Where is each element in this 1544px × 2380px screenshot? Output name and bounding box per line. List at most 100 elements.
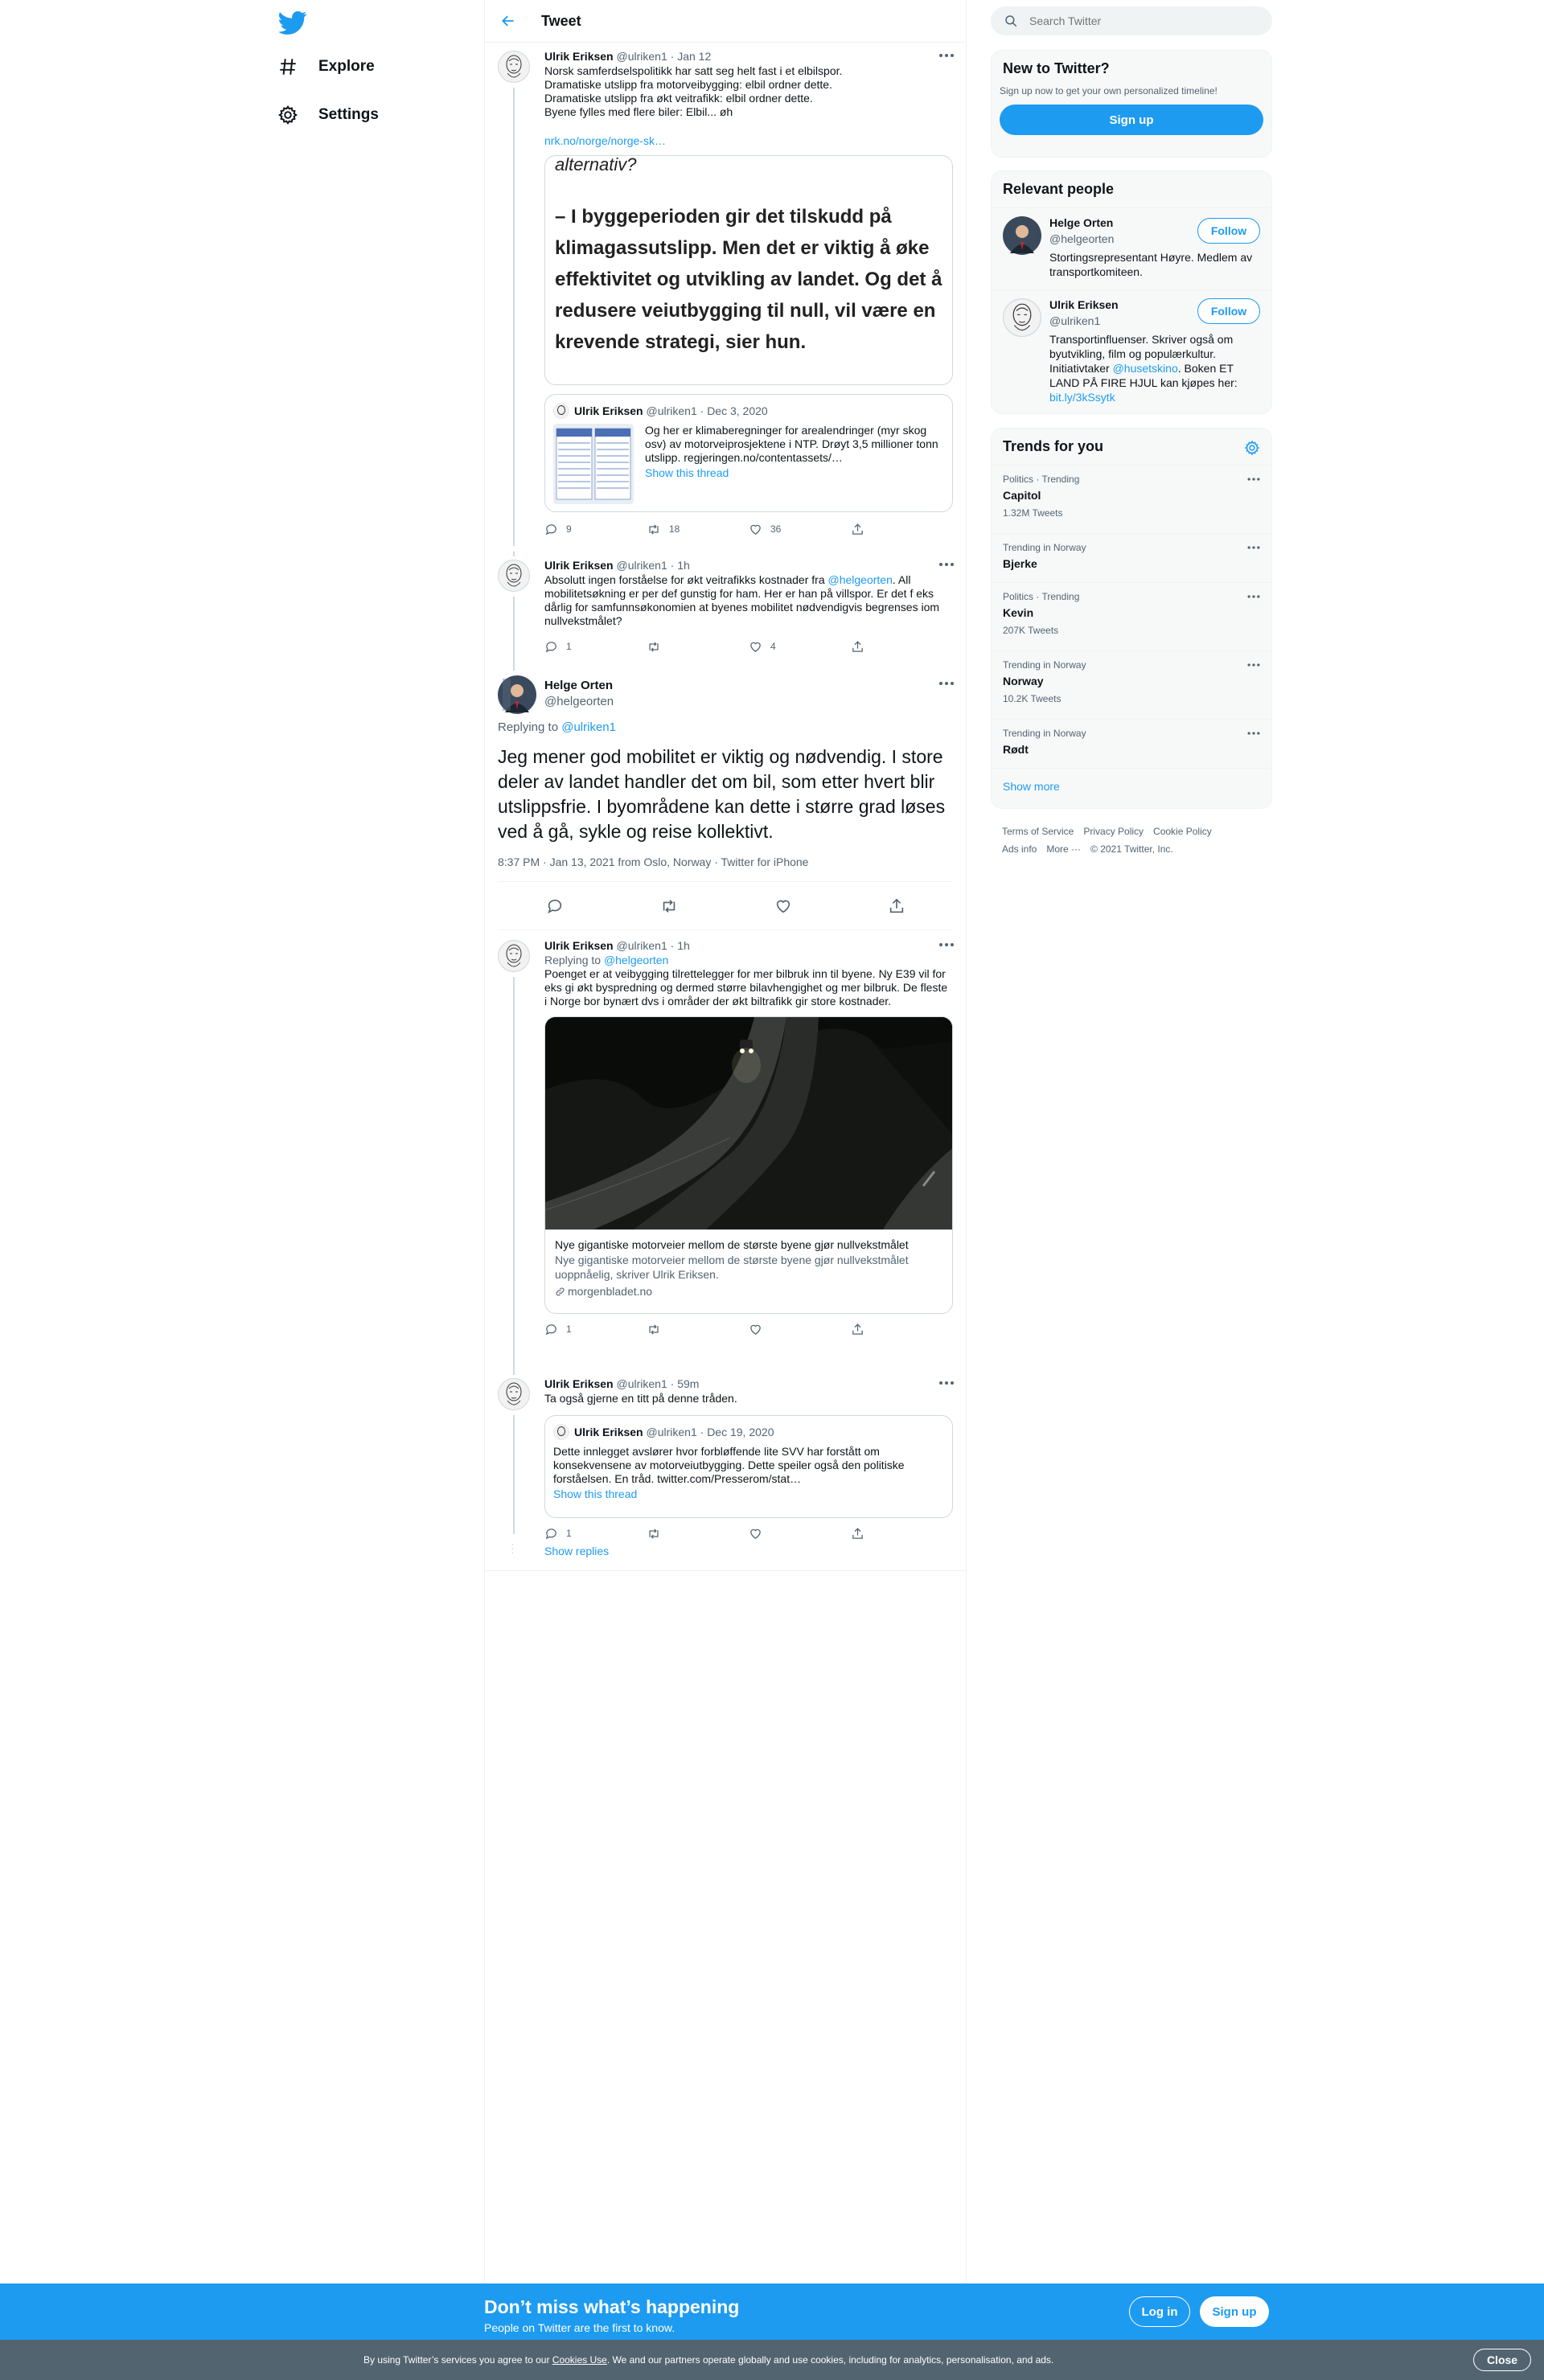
author-name[interactable]: Ulrik Eriksen xyxy=(544,939,614,952)
like-button[interactable]: 4 xyxy=(749,640,851,654)
footer-more-link[interactable]: More ··· xyxy=(1046,843,1081,855)
author-handle[interactable]: @helgeorten xyxy=(544,695,614,708)
share-button[interactable] xyxy=(851,1323,953,1336)
share-button[interactable] xyxy=(851,640,953,654)
tweet-4[interactable]: Ulrik Eriksen @ulriken1 · 59m Ta også gj… xyxy=(485,1370,966,1571)
person-card[interactable]: Helge Orten @helgeorten Follow Stortings… xyxy=(992,207,1271,289)
footer-cookie-link[interactable]: Cookie Policy xyxy=(1153,826,1212,837)
tweet-time[interactable]: · 1h xyxy=(671,939,690,952)
avatar[interactable] xyxy=(498,51,530,83)
like-button[interactable] xyxy=(749,1323,851,1336)
author-handle[interactable]: @ulriken1 xyxy=(617,559,667,572)
more-icon[interactable] xyxy=(1246,591,1262,602)
trend-item[interactable]: Trending in Norway Bjerke xyxy=(992,533,1271,582)
like-button[interactable]: 36 xyxy=(749,523,851,536)
trend-item[interactable]: Politics · Trending Kevin 207K Tweets xyxy=(992,582,1271,650)
trend-item[interactable]: Politics · Trending Capitol 1.32M Tweets xyxy=(992,465,1271,533)
retweet-button[interactable] xyxy=(647,1527,749,1541)
nav-settings[interactable]: Settings xyxy=(273,95,379,135)
person-handle[interactable]: @helgeorten xyxy=(1049,232,1114,245)
more-icon[interactable] xyxy=(937,556,956,572)
tweet-time[interactable]: · Jan 12 xyxy=(671,50,712,63)
replying-to-link[interactable]: @ulriken1 xyxy=(561,720,616,734)
show-more-link[interactable]: Show more xyxy=(1003,780,1060,793)
retweet-button[interactable]: 18 xyxy=(647,523,749,536)
gear-icon[interactable] xyxy=(1244,440,1260,456)
avatar[interactable] xyxy=(1003,298,1041,337)
back-arrow-icon[interactable] xyxy=(496,9,520,33)
bio-url-link[interactable]: bit.ly/3kSsytk xyxy=(1049,391,1115,404)
search-bar[interactable] xyxy=(991,6,1272,35)
author-handle[interactable]: @ulriken1 xyxy=(617,939,667,952)
author-name[interactable]: Helge Orten xyxy=(544,679,614,692)
quoted-tweet[interactable]: Ulrik Eriksen @ulriken1 · Dec 3, 2020 Og… xyxy=(544,394,953,512)
signup-button[interactable]: Sign up xyxy=(1000,105,1263,135)
reply-button[interactable]: 1 xyxy=(544,640,647,654)
nav-explore[interactable]: Explore xyxy=(273,47,375,87)
more-icon[interactable] xyxy=(937,937,956,953)
author-name[interactable]: Ulrik Eriksen xyxy=(544,50,614,63)
avatar[interactable] xyxy=(498,1378,530,1410)
retweet-button[interactable] xyxy=(647,640,749,654)
share-button[interactable] xyxy=(851,523,953,536)
avatar[interactable] xyxy=(498,560,530,592)
more-icon[interactable] xyxy=(1246,659,1262,671)
search-input[interactable] xyxy=(1029,14,1246,27)
mention-link[interactable]: @helgeorten xyxy=(828,573,893,586)
author-handle[interactable]: @ulriken1 xyxy=(617,50,667,63)
tweet-2[interactable]: Ulrik Eriksen @ulriken1 · 1h Absolutt in… xyxy=(485,552,966,671)
more-icon[interactable] xyxy=(937,1375,956,1391)
person-handle[interactable]: @ulriken1 xyxy=(1049,314,1100,327)
tweet-3[interactable]: Ulrik Eriksen @ulriken1 · 1h Replying to… xyxy=(485,930,966,1370)
show-thread-link[interactable]: Show this thread xyxy=(553,1488,944,1500)
share-icon[interactable] xyxy=(888,897,905,915)
cookies-use-link[interactable]: Cookies Use xyxy=(552,2354,607,2366)
more-icon[interactable] xyxy=(1246,728,1262,739)
author-name[interactable]: Ulrik Eriksen xyxy=(544,1377,614,1390)
follow-button[interactable]: Follow xyxy=(1197,218,1260,244)
more-icon[interactable] xyxy=(937,47,956,64)
more-icon[interactable] xyxy=(937,675,956,691)
avatar[interactable] xyxy=(498,675,536,714)
tweet-timestamp[interactable]: 8:37 PM · Jan 13, 2021 from Oslo, Norway… xyxy=(498,856,808,868)
show-replies-link[interactable]: Show replies xyxy=(544,1545,609,1557)
tweet-image-card[interactable]: alternativ? – I byggeperioden gir det ti… xyxy=(544,155,953,385)
footer-terms-link[interactable]: Terms of Service xyxy=(1002,826,1074,837)
like-icon[interactable] xyxy=(774,897,792,915)
tweet-time[interactable]: · 1h xyxy=(671,559,690,572)
trend-item[interactable]: Trending in Norway Norway 10.2K Tweets xyxy=(992,650,1271,719)
reply-icon[interactable] xyxy=(546,897,564,915)
footer-ads-link[interactable]: Ads info xyxy=(1002,843,1037,855)
person-card[interactable]: Ulrik Eriksen @ulriken1 Follow Transport… xyxy=(992,289,1271,407)
person-name[interactable]: Ulrik Eriksen xyxy=(1049,298,1119,311)
more-icon[interactable] xyxy=(1246,474,1262,485)
tweet-time[interactable]: · 59m xyxy=(671,1377,700,1390)
footer-privacy-link[interactable]: Privacy Policy xyxy=(1083,826,1144,837)
reply-button[interactable]: 1 xyxy=(544,1527,647,1541)
bio-mention-link[interactable]: @husetskino xyxy=(1113,362,1178,375)
link-card[interactable]: Nye gigantiske motorveier mellom de stør… xyxy=(544,1016,953,1314)
quoted-tweet[interactable]: Ulrik Eriksen @ulriken1 · Dec 19, 2020 D… xyxy=(544,1415,953,1518)
more-icon[interactable] xyxy=(1246,542,1262,553)
tweet-link[interactable]: nrk.no/norge/norge-sk… xyxy=(544,134,666,147)
avatar[interactable] xyxy=(1003,216,1041,255)
reply-button[interactable]: 1 xyxy=(544,1323,647,1336)
retweet-icon[interactable] xyxy=(659,897,679,915)
author-handle[interactable]: @ulriken1 xyxy=(617,1377,667,1390)
share-button[interactable] xyxy=(851,1527,953,1541)
replying-to-link[interactable]: @helgeorten xyxy=(604,954,668,966)
follow-button[interactable]: Follow xyxy=(1197,298,1260,324)
trend-item[interactable]: Trending in Norway Rødt xyxy=(992,719,1271,768)
person-name[interactable]: Helge Orten xyxy=(1049,216,1113,229)
banner-signup-button[interactable]: Sign up xyxy=(1200,2296,1269,2327)
show-thread-link[interactable]: Show this thread xyxy=(645,466,944,479)
retweet-button[interactable] xyxy=(647,1323,749,1336)
avatar[interactable] xyxy=(498,940,530,972)
login-button[interactable]: Log in xyxy=(1129,2296,1190,2327)
reply-button[interactable]: 9 xyxy=(544,523,647,536)
author-name[interactable]: Ulrik Eriksen xyxy=(544,559,614,572)
twitter-logo-icon[interactable] xyxy=(278,8,307,37)
like-button[interactable] xyxy=(749,1527,851,1541)
tweet-1[interactable]: Ulrik Eriksen @ulriken1 · Jan 12 Norsk s… xyxy=(485,43,966,552)
cookie-close-button[interactable]: Close xyxy=(1473,2349,1531,2371)
